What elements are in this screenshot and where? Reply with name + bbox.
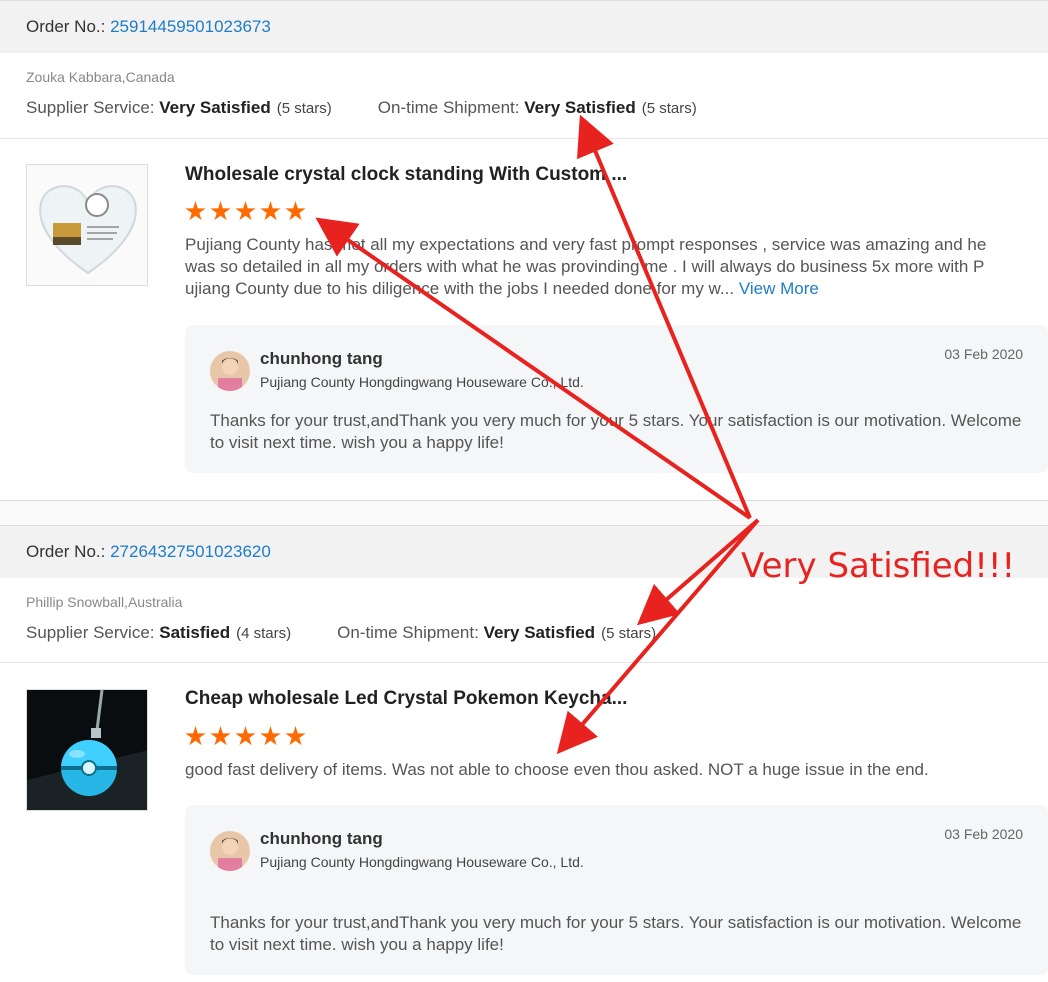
supplier-service-value: Satisfied bbox=[159, 623, 231, 642]
star-icon bbox=[210, 201, 231, 221]
order-label: Order No.: 25914459501023673 bbox=[26, 17, 271, 36]
reply-company: Pujiang County Hongdingwang Houseware Co… bbox=[260, 854, 584, 870]
reply-text: Thanks for your trust,andThank you very … bbox=[210, 913, 1022, 954]
star-rating bbox=[185, 726, 306, 747]
star-icon bbox=[210, 726, 231, 746]
rating-summary: Supplier Service: Satisfied (4 stars) On-t… bbox=[26, 623, 656, 643]
shipment-stars: (5 stars) bbox=[601, 625, 657, 642]
seller-reply: chunhong tang Pujiang County Hongdingwan… bbox=[185, 805, 1048, 975]
star-icon bbox=[235, 726, 256, 746]
order-number-link[interactable]: 27264327501023620 bbox=[110, 542, 271, 561]
view-more-link[interactable]: View More bbox=[739, 279, 819, 298]
supplier-service-value: Very Satisfied bbox=[159, 98, 271, 117]
star-icon bbox=[285, 726, 306, 746]
supplier-service-label: Supplier Service: bbox=[26, 98, 160, 117]
order-number-link[interactable]: 25914459501023673 bbox=[110, 17, 271, 36]
star-rating bbox=[185, 201, 306, 222]
order-bar: Order No.: 25914459501023673 bbox=[0, 0, 1048, 53]
rating-summary: Supplier Service: Very Satisfied (5 stars… bbox=[26, 98, 697, 118]
reply-company: Pujiang County Hongdingwang Houseware Co… bbox=[260, 374, 584, 390]
buyer-info: Zouka Kabbara,Canada bbox=[26, 69, 175, 85]
review-comment: Pujiang County has met all my expectatio… bbox=[185, 235, 987, 298]
avatar bbox=[210, 831, 250, 871]
shipment-label: On-time Shipment: bbox=[337, 623, 484, 642]
crystal-clock-image bbox=[27, 165, 147, 285]
avatar bbox=[210, 351, 250, 391]
review-comment: good fast delivery of items. Was not abl… bbox=[185, 760, 929, 779]
product-thumbnail[interactable] bbox=[26, 164, 148, 286]
supplier-service-stars: (5 stars) bbox=[276, 100, 332, 117]
order-label: Order No.: 27264327501023620 bbox=[26, 542, 271, 561]
star-icon bbox=[260, 726, 281, 746]
reply-author: chunhong tang bbox=[260, 349, 383, 368]
buyer-info: Phillip Snowball,Australia bbox=[26, 594, 183, 610]
shipment-stars: (5 stars) bbox=[641, 100, 697, 117]
pokemon-keychain-image bbox=[27, 690, 147, 810]
shipment-label: On-time Shipment: bbox=[377, 98, 525, 117]
divider bbox=[0, 662, 1048, 663]
star-icon bbox=[235, 201, 256, 221]
divider bbox=[0, 138, 1048, 139]
reply-date: 03 Feb 2020 bbox=[944, 826, 1023, 842]
shipment-value: Very Satisfied bbox=[524, 98, 636, 117]
seller-reply: chunhong tang Pujiang County Hongdingwan… bbox=[185, 325, 1048, 473]
star-icon bbox=[185, 201, 206, 221]
reply-date: 03 Feb 2020 bbox=[944, 346, 1023, 362]
reply-author: chunhong tang bbox=[260, 829, 383, 848]
shipment-value: Very Satisfied bbox=[483, 623, 596, 642]
supplier-service-stars: (4 stars) bbox=[236, 625, 292, 642]
product-title[interactable]: Wholesale crystal clock standing With Cu… bbox=[185, 164, 627, 186]
annotation-text: Very Satisfied!!! bbox=[741, 546, 1016, 586]
supplier-service-label: Supplier Service: bbox=[26, 623, 160, 642]
product-thumbnail[interactable] bbox=[26, 689, 148, 811]
product-title[interactable]: Cheap wholesale Led Crystal Pokemon Keyc… bbox=[185, 688, 627, 710]
star-icon bbox=[185, 726, 206, 746]
star-icon bbox=[285, 201, 306, 221]
reply-text: Thanks for your trust,andThank you very … bbox=[210, 411, 1022, 452]
review-separator bbox=[0, 500, 1048, 525]
star-icon bbox=[260, 201, 281, 221]
